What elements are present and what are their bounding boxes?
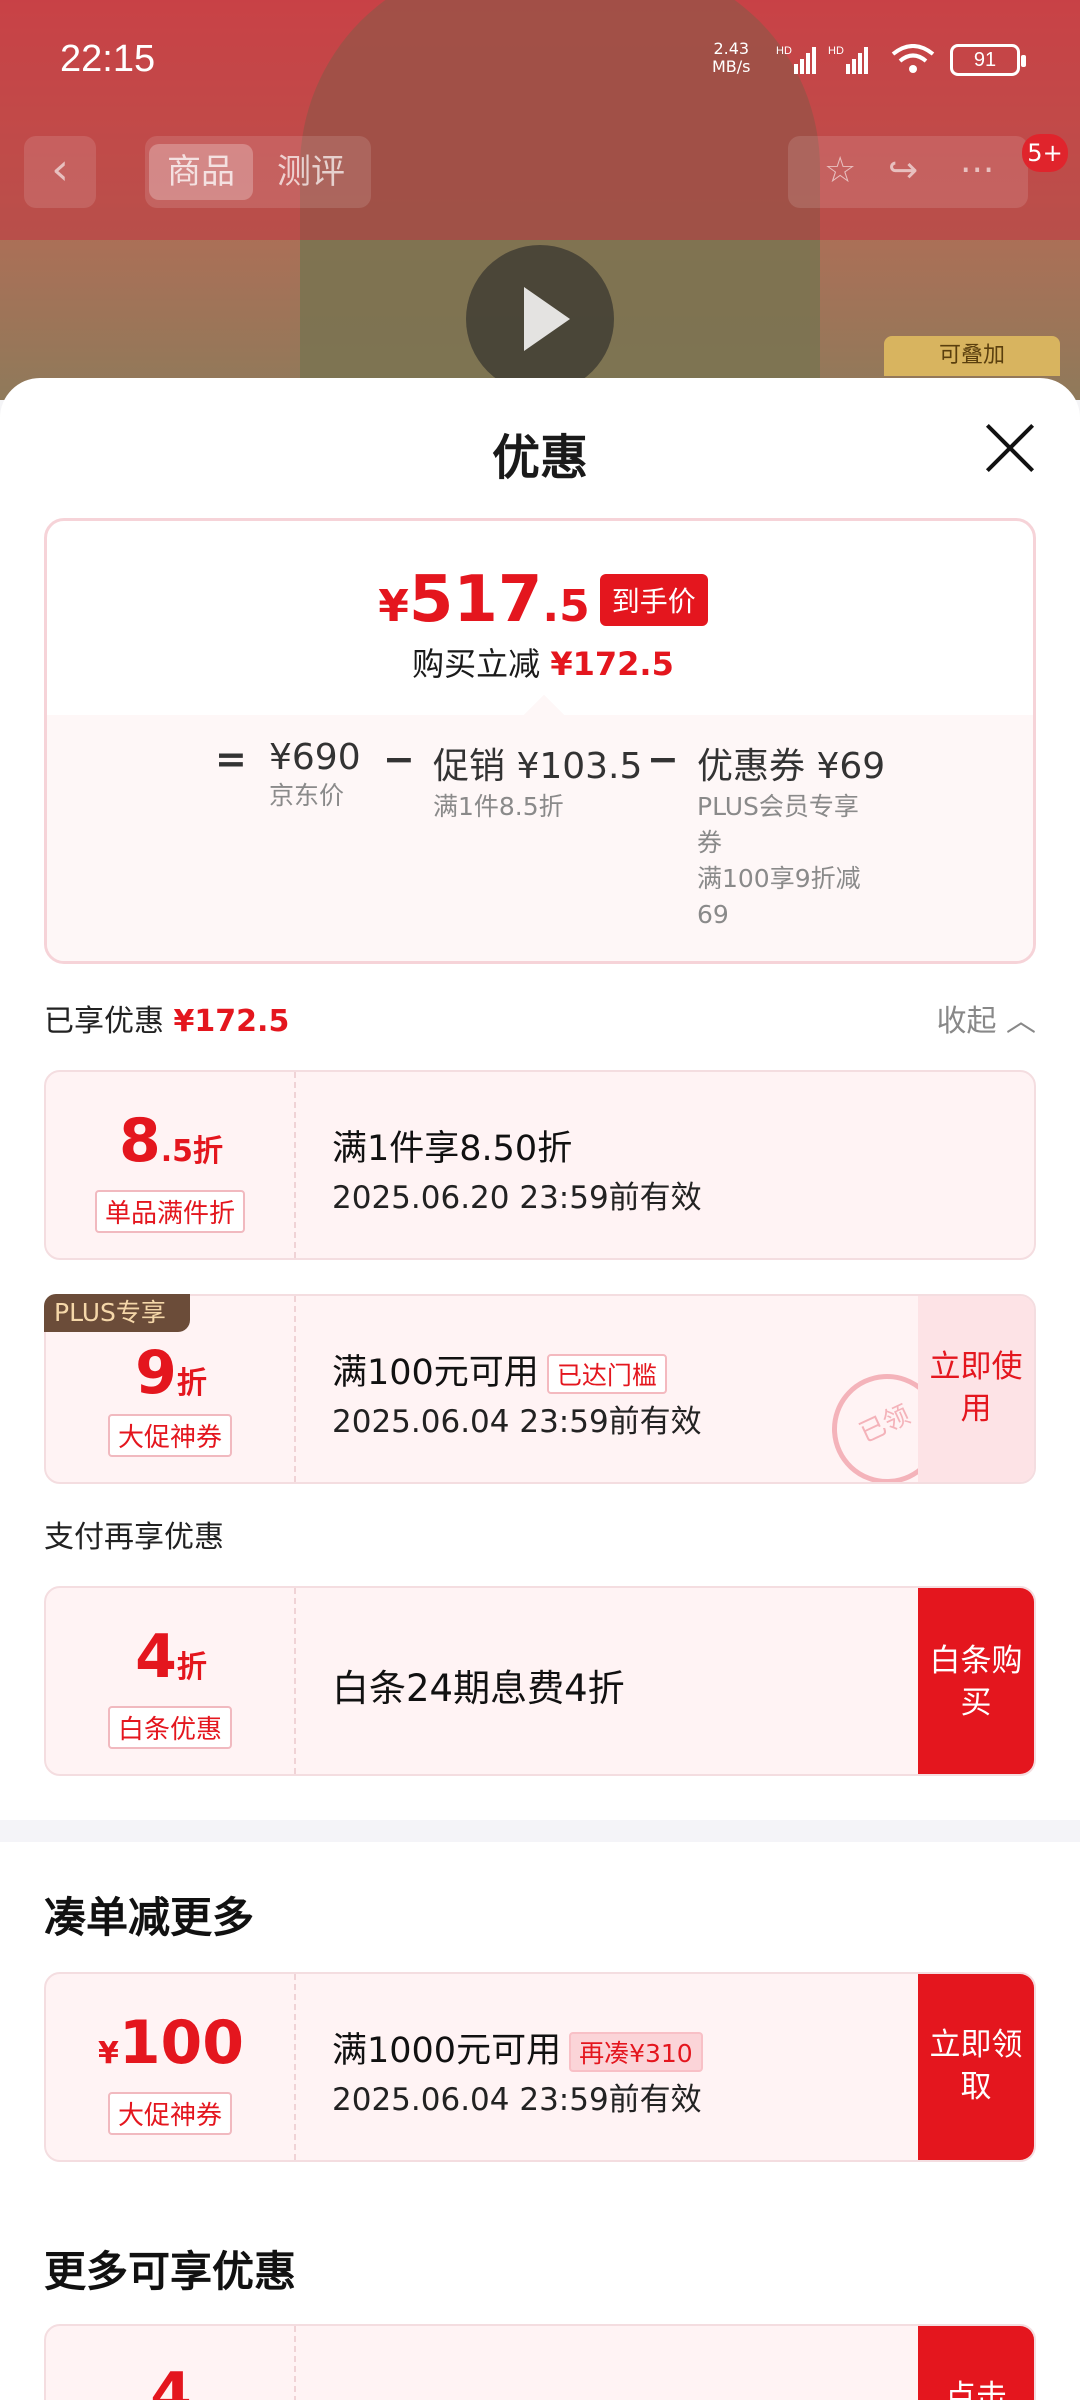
svg-text:HD: HD xyxy=(828,45,844,57)
tab-review[interactable]: 测评 xyxy=(277,144,345,200)
baitiao-buy-button[interactable]: 白条购买 xyxy=(918,1588,1034,1774)
coupon-expiry: 2025.06.20 23:59前有效 xyxy=(332,1180,702,1216)
minus-sign: − xyxy=(383,737,415,781)
breakdown-promotion: 促销 ¥103.5 满1件8.5折 xyxy=(433,746,643,821)
coupon-card-discount: 8.5折 单品满件折 满1件享8.50折 2025.06.20 23:59前有效 xyxy=(44,1070,1036,1260)
final-price-row: ¥517.5 到手价 xyxy=(47,563,1033,637)
coupon-condition: 满100元可用 已达门槛 xyxy=(332,1344,667,1395)
discount-sheet: 优惠 ¥517.5 到手价 购买立减 ¥172.5 = ¥690 京东价 − 促销… xyxy=(0,378,1080,2400)
battery-indicator: 91 xyxy=(950,44,1026,76)
message-count-badge: 5+ xyxy=(1022,134,1068,172)
collapse-toggle[interactable]: 收起 ︿ xyxy=(936,996,1036,1040)
coupon-expiry: 2025.06.04 23:59前有效 xyxy=(332,1404,702,1440)
click-button[interactable]: 点击 xyxy=(918,2326,1034,2400)
more-section-title: 凑单减更多 xyxy=(44,1893,255,1942)
pay-section-label: 支付再享优惠 xyxy=(44,1520,224,1555)
stackable-tag: 可叠加 xyxy=(884,336,1060,376)
favorite-star-icon[interactable]: ☆ xyxy=(824,150,856,191)
signal-icon: HD xyxy=(776,45,816,74)
final-price: ¥517.5 xyxy=(378,563,590,637)
coupon-type-tag: 单品满件折 xyxy=(94,1190,246,1233)
price-summary: ¥517.5 到手价 购买立减 ¥172.5 = ¥690 京东价 − 促销 ¥1… xyxy=(44,518,1036,964)
coupon-amount: 9折 xyxy=(135,1338,207,1408)
coupon-condition: 满1000元可用 再凑¥310 xyxy=(332,2022,703,2073)
plus-exclusive-badge: PLUS专享 xyxy=(44,1294,190,1332)
coupon-amount: 4 xyxy=(150,2360,192,2400)
enjoyed-discount-label: 已享优惠 ¥172.5 xyxy=(44,1004,290,1039)
chevron-left-icon: ‹ xyxy=(51,144,69,195)
coupon-card-plus: 9折 大促神券 满100元可用 已达门槛 2025.06.04 23:59前有效 … xyxy=(44,1294,1036,1484)
coupon-condition: 满1件享8.50折 xyxy=(332,1129,573,1169)
play-video-button[interactable] xyxy=(466,245,614,393)
claim-now-button[interactable]: 立即领取 xyxy=(918,1974,1034,2160)
payment-discount-text: 白条24期息费4折 xyxy=(332,1667,625,1710)
coupon-card-extra: 4 点击 xyxy=(44,2324,1036,2400)
back-button[interactable]: ‹ xyxy=(24,136,96,208)
breakdown-jd-price: ¥690 京东价 xyxy=(269,737,361,810)
coupon-amount: 4折 xyxy=(135,1622,207,1692)
top-navigation: ‹ 商品 测评 ☆ ↪ ··· xyxy=(0,136,1080,216)
coupon-type-tag: 大促神券 xyxy=(107,1414,233,1457)
coupon-amount: ¥100 xyxy=(97,2008,245,2078)
minus-sign-2: − xyxy=(647,737,679,781)
coupon-expiry: 2025.06.04 23:59前有效 xyxy=(332,2082,702,2118)
final-price-tag: 到手价 xyxy=(599,574,708,626)
coupon-type-tag: 大促神券 xyxy=(107,2092,233,2135)
add-more-tag: 再凑¥310 xyxy=(569,2032,703,2072)
network-speed: 2.43 MB/s xyxy=(712,39,751,76)
svg-text:HD: HD xyxy=(776,45,792,57)
nav-actions: ☆ ↪ ··· xyxy=(788,136,1028,208)
share-icon[interactable]: ↪ xyxy=(888,150,918,191)
instant-reduce: 购买立减 ¥172.5 xyxy=(412,645,674,683)
use-now-button[interactable]: 立即使用 xyxy=(918,1296,1034,1482)
sheet-title: 优惠 xyxy=(491,430,588,486)
close-icon[interactable] xyxy=(982,420,1038,476)
signal-icon-2: HD xyxy=(828,45,868,74)
price-breakdown: = ¥690 京东价 − 促销 ¥103.5 满1件8.5折 − 优惠券 ¥69… xyxy=(47,715,1033,961)
extra-section-title: 更多可享优惠 xyxy=(44,2247,297,2296)
threshold-tag: 已达门槛 xyxy=(546,1354,667,1394)
tab-goods[interactable]: 商品 xyxy=(149,144,253,200)
chevron-up-icon: ︿ xyxy=(1006,1004,1036,1039)
more-icon[interactable]: ··· xyxy=(960,150,994,191)
equals-sign: = xyxy=(215,737,247,781)
coupon-card-more: ¥100 大促神券 满1000元可用 再凑¥310 2025.06.04 23:5… xyxy=(44,1972,1036,2162)
status-bar: 22:15 2.43 MB/s HD HD 91 xyxy=(0,0,1080,120)
nav-tabs: 商品 测评 xyxy=(145,136,371,208)
breakdown-coupon: 优惠券 ¥69 PLUS会员专享 券 满100享9折减 69 xyxy=(697,746,886,929)
status-time: 22:15 xyxy=(60,38,156,80)
coupon-amount: 8.5折 xyxy=(118,1106,224,1176)
coupon-type-tag: 白条优惠 xyxy=(107,1706,233,1749)
payment-discount-card: 4折 白条优惠 白条24期息费4折 白条购买 xyxy=(44,1586,1036,1776)
wifi-icon xyxy=(891,44,935,73)
